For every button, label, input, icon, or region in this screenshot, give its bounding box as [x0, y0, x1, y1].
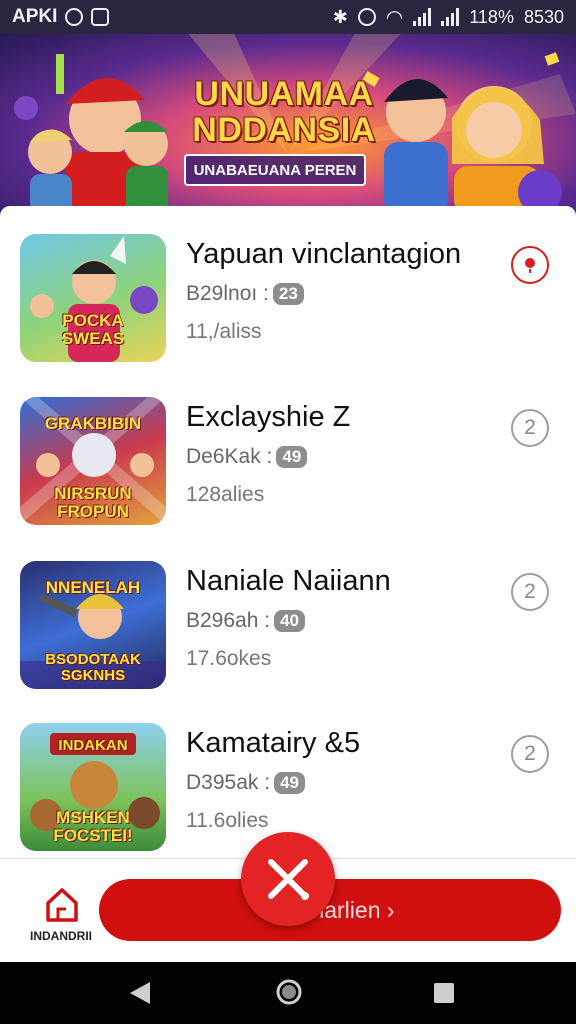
item-meta: 17.6okes [186, 647, 272, 670]
thumbnail-caption-2: MSHKEN [56, 808, 130, 827]
item-sub-prefix: B29lnoı : [186, 282, 269, 305]
banner-title-line2: NDDANSIA [192, 111, 376, 149]
item-meta: 11.6olies [186, 809, 269, 832]
battery-level: 118% [469, 6, 514, 27]
wifi-icon: ◠ [385, 6, 404, 29]
thumbnail-caption-3: FOCSTEI! [53, 826, 133, 845]
item-title[interactable]: Yapuan vinclantagion [186, 238, 461, 271]
signal-icon [413, 8, 432, 26]
item-subtitle: D395ak : 49 [186, 771, 305, 795]
count-badge-button[interactable]: 2 [511, 409, 549, 447]
alarm-icon [357, 8, 376, 26]
game-thumbnail[interactable]: INDAKAN MSHKEN FOCSTEI! [20, 723, 166, 851]
game-list: POCKA SWEAS Yapuan vinclantagion B29lnoı… [0, 206, 576, 858]
item-badge: 49 [274, 772, 305, 794]
game-thumbnail[interactable]: POCKA SWEAS [20, 234, 166, 362]
item-title[interactable]: Kamatairy &5 [186, 727, 360, 760]
thumbnail-caption-2: NIRSRUN [54, 484, 132, 503]
home-tab[interactable]: INDANDRII [14, 885, 98, 949]
notification-app-icon [91, 8, 110, 26]
tools-fab-button[interactable] [241, 832, 335, 926]
item-subtitle: De6Kak : 49 [186, 445, 308, 469]
count-badge-button[interactable]: 2 [511, 735, 549, 773]
home-icon [46, 888, 78, 922]
item-badge: 49 [276, 446, 308, 468]
status-time: 8530 [523, 6, 564, 27]
item-badge: 23 [272, 283, 304, 305]
list-item[interactable]: NNENELAH BSODOTAAK SGKNHS Naniale Naiian… [0, 561, 576, 711]
notification-circle-icon [65, 8, 84, 26]
game-thumbnail[interactable]: GRAKBIBIN NIRSRUN FROPUN [20, 397, 166, 525]
crossed-tools-icon [268, 859, 309, 900]
item-subtitle: B296ah : 40 [186, 609, 305, 633]
recents-icon[interactable] [433, 982, 455, 1004]
list-item[interactable]: POCKA SWEAS Yapuan vinclantagion B29lnoı… [0, 234, 576, 384]
item-subtitle: B29lnoı : 23 [186, 282, 304, 306]
item-meta: 11,/aliss [186, 320, 262, 343]
item-sub-prefix: D395ak : [186, 771, 271, 794]
list-item[interactable]: GRAKBIBIN NIRSRUN FROPUN Exclayshie Z De… [0, 397, 576, 547]
promo-banner[interactable]: UNUAMAA NDDANSIA UNABAEUANA PEREN [0, 34, 576, 214]
status-app-label: APKI [12, 6, 58, 27]
alert-icon[interactable] [511, 246, 549, 284]
thumbnail-caption-3: SGKNHS [60, 667, 126, 684]
signal-icon-2 [441, 8, 460, 26]
system-nav-bar [0, 962, 576, 1024]
banner-subtitle: UNABAEUANA PEREN [184, 154, 366, 186]
bluetooth-icon: ✱ [332, 6, 348, 27]
banner-title: UNUAMAA NDDANSIA [184, 76, 384, 148]
status-right: ✱ ◠ 118% 8530 [333, 5, 564, 30]
item-meta: 128alies [186, 483, 265, 506]
item-title[interactable]: Naniale Naiiann [186, 565, 391, 598]
item-sub-prefix: B296ah : [186, 609, 271, 632]
status-left: APKI [12, 6, 110, 28]
back-icon[interactable] [128, 980, 152, 1006]
count-badge-button[interactable]: 2 [511, 573, 549, 611]
thumbnail-caption-1: INDAKAN [58, 737, 128, 754]
game-thumbnail[interactable]: NNENELAH BSODOTAAK SGKNHS [20, 561, 166, 689]
thumbnail-caption-2: SWEAS [61, 329, 125, 348]
thumbnail-caption-1: GRAKBIBIN [44, 414, 142, 433]
item-title[interactable]: Exclayshie Z [186, 401, 350, 434]
item-sub-prefix: De6Kak : [186, 445, 273, 468]
thumbnail-caption-1: NNENELAH [45, 578, 141, 597]
item-badge: 40 [274, 610, 305, 632]
status-bar: APKI ✱ ◠ 118% 8530 [0, 0, 576, 34]
home-nav-icon[interactable] [275, 978, 303, 1006]
thumbnail-caption-3: FROPUN [57, 502, 129, 521]
banner-title-line1: UNUAMAA [194, 75, 374, 113]
thumbnail-caption-1: POCKA [62, 311, 124, 330]
